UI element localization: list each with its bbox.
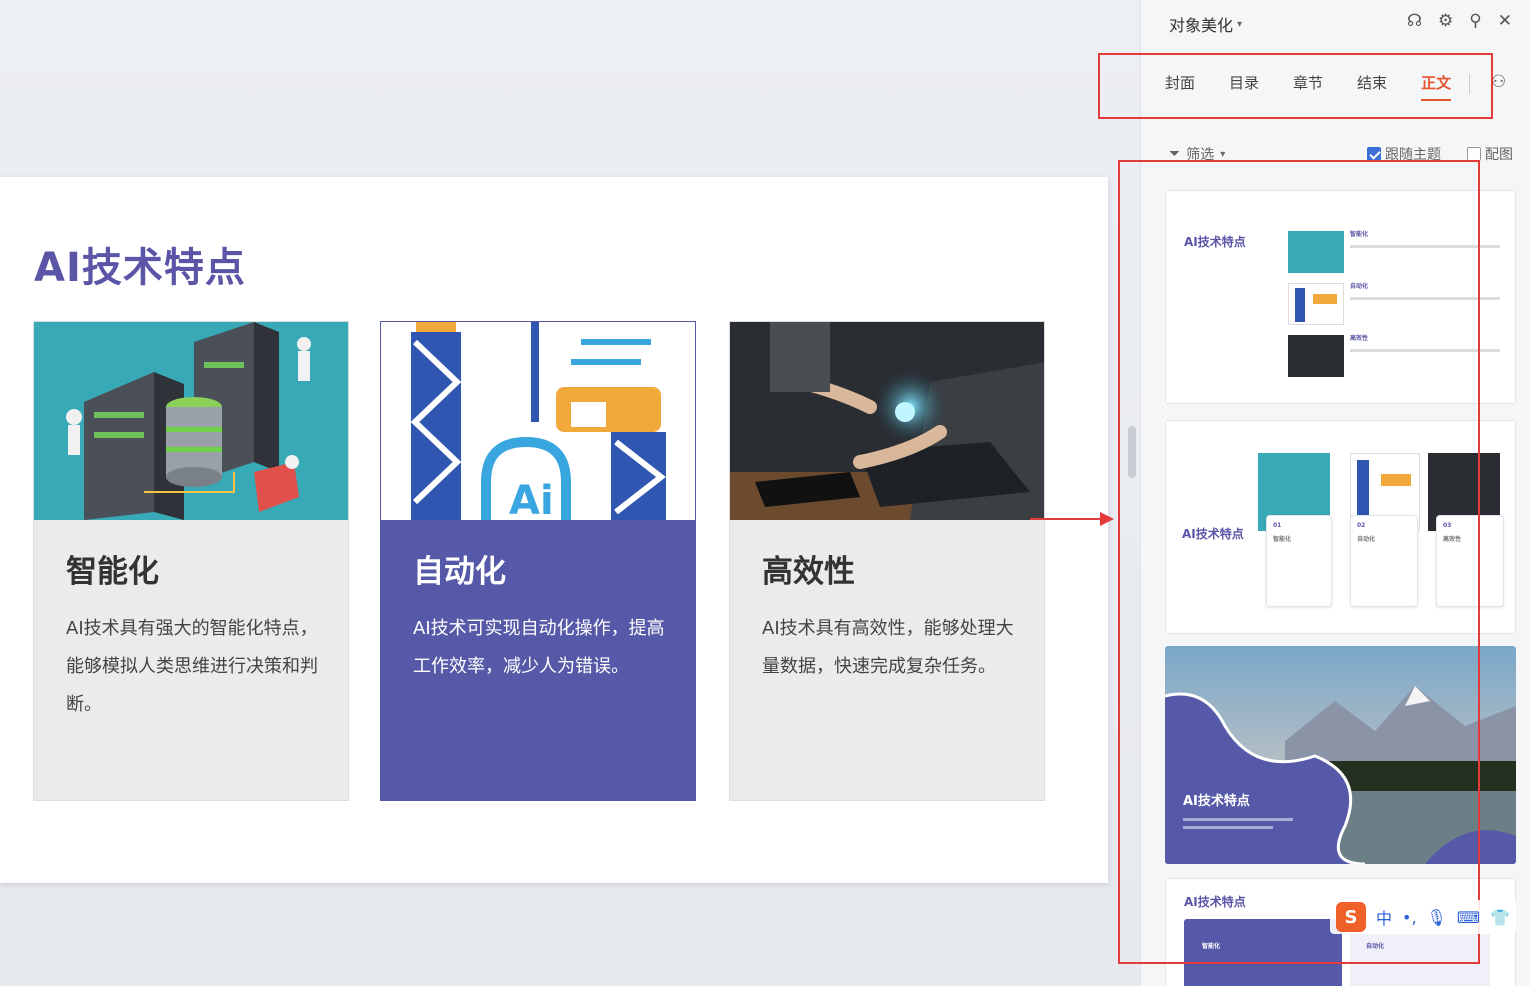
microphone-icon[interactable]: 🎙	[1427, 908, 1447, 927]
annotation-arrow-icon	[1030, 512, 1114, 526]
feature-card-intelligence[interactable]: 智能化 AI技术具有强大的智能化特点，能够模拟人类思维进行决策和判断。	[33, 321, 349, 801]
ime-toolbar: S 中 •, 🎙 ⌨ 👕	[1330, 900, 1516, 934]
panel-title-text: 对象美化	[1169, 16, 1234, 35]
punctuation-icon[interactable]: •,	[1402, 908, 1417, 927]
chevron-down-icon: ▾	[1237, 18, 1243, 30]
pin-icon[interactable]: ⚲	[1469, 10, 1481, 32]
panel-toolbar: ☊ ⚙ ⚲ ✕	[1407, 10, 1512, 32]
card-body: AI技术可实现自动化操作，提高工作效率，减少人为错误。	[413, 618, 665, 677]
slide[interactable]: AI技术特点 智能化 AI技术具有强大的智能化特点，能够模拟人类思维进行决策和判…	[0, 177, 1108, 883]
checkbox-unchecked-icon	[1467, 147, 1481, 161]
card-title: 高效性	[762, 554, 855, 590]
slide-canvas: AI技术特点 智能化 AI技术具有强大的智能化特点，能够模拟人类思维进行决策和判…	[0, 0, 1140, 986]
slide-title[interactable]: AI技术特点	[34, 235, 246, 293]
gear-icon[interactable]: ⚙	[1438, 10, 1453, 32]
ai-automation-illustration: Ai	[381, 322, 695, 520]
chevron-down-icon: ▾	[1220, 148, 1226, 160]
annotation-box-tabs	[1098, 53, 1493, 119]
skin-icon[interactable]: 👕	[1490, 908, 1510, 927]
card-title: 自动化	[413, 554, 506, 590]
ime-language[interactable]: 中	[1376, 905, 1392, 929]
card-title: 智能化	[66, 554, 159, 590]
svg-text:Ai: Ai	[509, 478, 554, 520]
keyboard-icon[interactable]: ⌨	[1457, 908, 1480, 927]
headset-icon[interactable]: ☊	[1407, 10, 1422, 32]
sogou-logo-icon[interactable]: S	[1336, 902, 1366, 932]
card-body: AI技术具有高效性，能够处理大量数据，快速完成复杂任务。	[762, 618, 1014, 677]
card-body: AI技术具有强大的智能化特点，能够模拟人类思维进行决策和判断。	[66, 618, 318, 715]
close-icon[interactable]: ✕	[1498, 10, 1512, 32]
server-illustration	[34, 322, 348, 520]
panel-title[interactable]: 对象美化 ▾	[1169, 12, 1242, 36]
laptop-hand-photo	[730, 322, 1044, 520]
checkbox-checked-icon	[1367, 147, 1381, 161]
feature-card-automation[interactable]: Ai 自动化 AI技术可实现自动化操作，提高工作效率，减少人为错误。	[380, 321, 696, 801]
feature-card-efficiency[interactable]: 高效性 AI技术具有高效性，能够处理大量数据，快速完成复杂任务。	[729, 321, 1045, 801]
annotation-box-templates	[1118, 160, 1480, 964]
user-icon[interactable]: ⚇	[1491, 72, 1506, 92]
match-image-label: 配图	[1485, 147, 1513, 163]
